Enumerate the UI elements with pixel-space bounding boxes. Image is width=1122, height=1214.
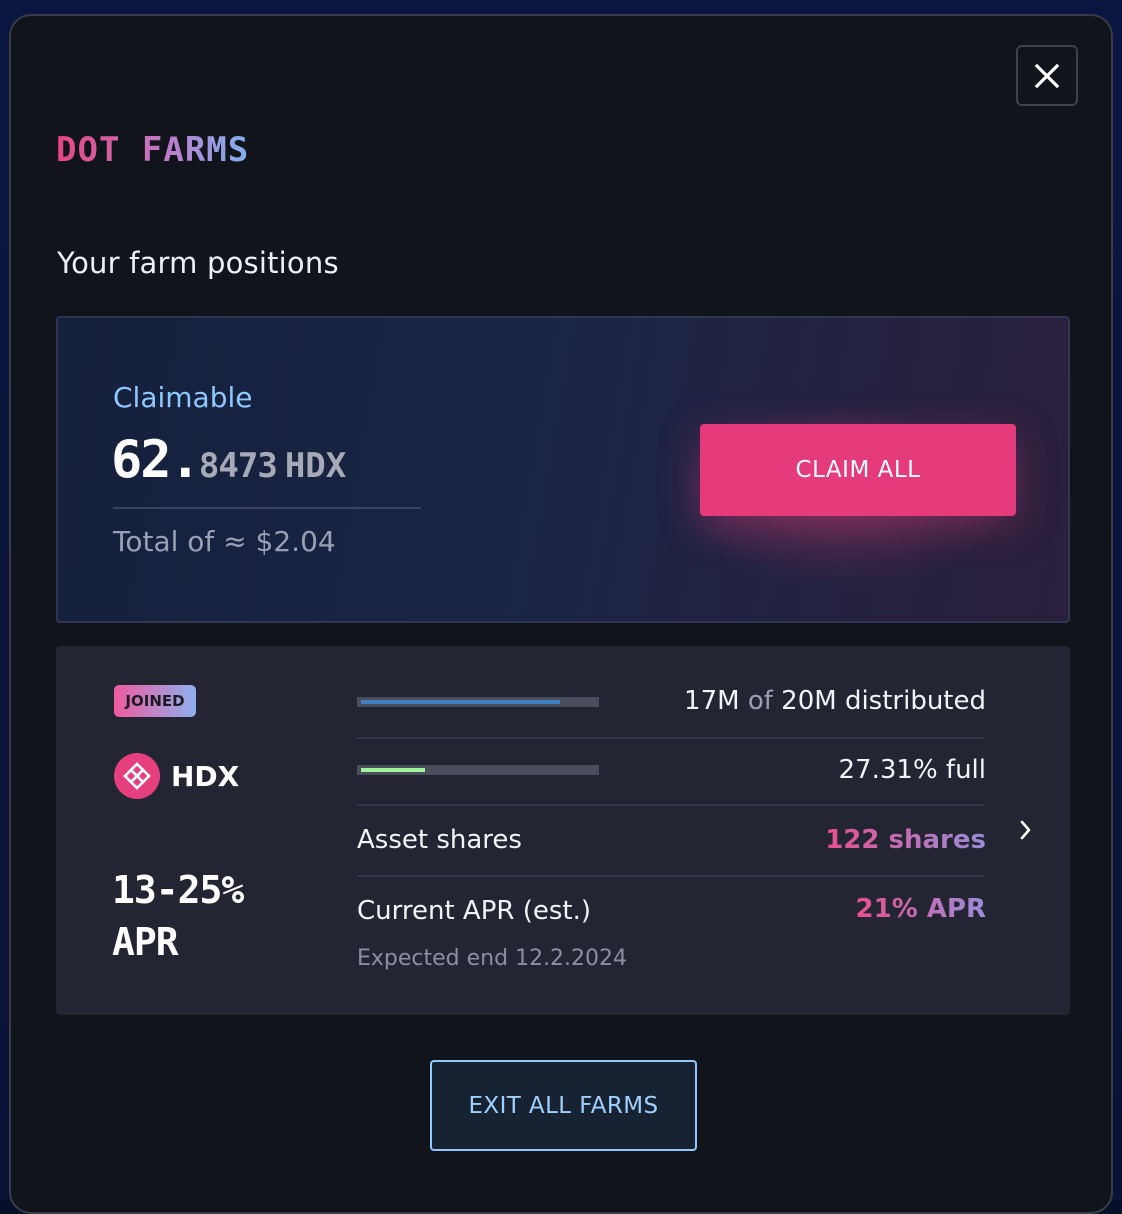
asset-shares-value: 122 shares — [825, 825, 986, 855]
claim-total: Total of ≈ $2.04 — [113, 525, 336, 558]
exit-all-farms-button[interactable]: EXIT ALL FARMS — [430, 1060, 697, 1151]
distributed-total: 20M distributed — [781, 686, 986, 716]
hdx-logo-icon — [114, 753, 160, 799]
close-button[interactable] — [1016, 45, 1078, 106]
claim-label: Claimable — [113, 381, 253, 414]
claim-amount-decimals: 8473 — [198, 446, 278, 486]
claim-all-button[interactable]: CLAIM ALL — [700, 424, 1016, 516]
brand-text: DOT FARMS — [56, 134, 249, 168]
expected-end: Expected end 12.2.2024 — [357, 946, 628, 971]
asset-row: HDX — [114, 753, 239, 799]
apr-range-label: APR — [112, 920, 179, 964]
current-apr-label: Current APR (est.) — [357, 896, 591, 926]
joined-badge: JOINED — [114, 685, 196, 717]
claim-amount-unit: HDX — [284, 446, 347, 486]
asset-shares-label: Asset shares — [357, 825, 522, 855]
fullness-progress-fill — [361, 768, 425, 772]
apr-range: 13-25% APR — [112, 864, 244, 968]
distributed-text: 17M of 20M distributed — [684, 686, 986, 716]
close-icon — [1034, 63, 1060, 88]
fullness-text: 27.31% full — [838, 755, 986, 785]
row-divider — [357, 875, 985, 877]
row-divider — [357, 737, 985, 739]
section-title: Your farm positions — [57, 246, 339, 280]
distributed-current: 17M — [684, 686, 740, 716]
asset-name: HDX — [171, 759, 240, 793]
chevron-right-icon[interactable] — [1018, 818, 1034, 842]
claim-amount-integer: 62. — [111, 430, 201, 490]
distributed-progress-fill — [361, 700, 560, 704]
claim-card: Claimable 62.8473 HDX Total of ≈ $2.04 CL… — [56, 316, 1070, 623]
claim-amount: 62.8473 HDX — [111, 430, 346, 490]
fullness-progress-bar — [357, 765, 599, 775]
current-apr-value: 21% APR — [855, 894, 986, 924]
distributed-progress-bar — [357, 697, 599, 707]
brand-logo: DOT FARMS — [56, 134, 316, 168]
farm-modal: DOT FARMS Your farm positions Claimable … — [9, 14, 1113, 1214]
apr-range-value: 13-25% — [112, 868, 244, 912]
row-divider — [357, 804, 985, 806]
claim-divider — [113, 507, 421, 509]
distributed-of: of — [747, 686, 773, 716]
farm-position-card[interactable]: JOINED HDX 13-25% APR 17M of 20M distrib… — [56, 646, 1070, 1015]
